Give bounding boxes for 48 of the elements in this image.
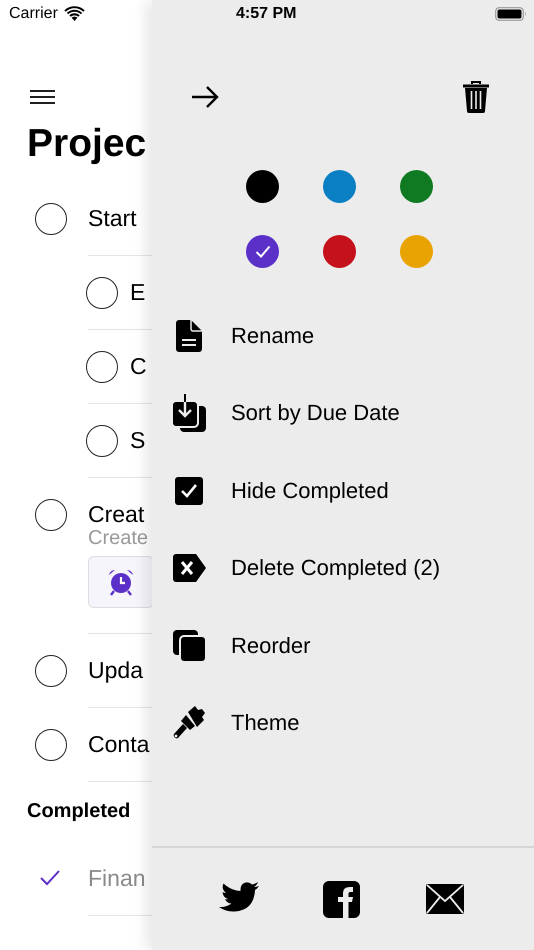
- menu-item[interactable]: Sort by Due Date: [152, 374, 534, 452]
- color-swatch[interactable]: [400, 235, 433, 268]
- menu-item[interactable]: Theme: [152, 684, 534, 762]
- battery-icon: [495, 7, 527, 21]
- envelope-icon[interactable]: [426, 884, 464, 914]
- delete-tag-icon: [172, 554, 206, 582]
- stacked-squares-icon: [172, 630, 206, 662]
- task-checkbox[interactable]: [86, 276, 118, 308]
- color-swatch[interactable]: [400, 170, 433, 203]
- section-header: Completed: [27, 800, 132, 824]
- task-checkbox[interactable]: [35, 655, 67, 687]
- task-checkbox[interactable]: [35, 729, 67, 761]
- task-checkbox[interactable]: [86, 424, 118, 456]
- checkmark-icon[interactable]: [39, 869, 61, 887]
- wifi-icon: [64, 6, 85, 21]
- menu-item[interactable]: Rename: [152, 297, 534, 374]
- task-title: C: [130, 353, 147, 380]
- color-swatch[interactable]: [246, 235, 279, 268]
- checkmark-icon: [254, 245, 270, 258]
- menu-item[interactable]: Hide Completed: [152, 452, 534, 530]
- color-swatch[interactable]: [246, 170, 279, 203]
- paintbrush-icon: [173, 706, 205, 740]
- document-icon: [176, 320, 202, 352]
- task-title: Creat: [88, 501, 144, 528]
- page-title: Projec: [27, 121, 148, 167]
- menu-icon[interactable]: [30, 90, 55, 104]
- task-title: S: [130, 427, 146, 454]
- reminder-button[interactable]: [88, 556, 152, 608]
- menu-item[interactable]: Reorder: [152, 607, 534, 684]
- task-checkbox[interactable]: [35, 203, 67, 235]
- color-swatch[interactable]: [323, 170, 356, 203]
- task-title: Upda: [88, 657, 143, 684]
- menu-item[interactable]: Delete Completed (2): [152, 530, 534, 607]
- arrow-icon[interactable]: [191, 85, 219, 109]
- task-checkbox[interactable]: [86, 350, 118, 382]
- alarm-clock-icon: [107, 568, 135, 596]
- task-title: Start: [88, 205, 137, 232]
- download-tray-icon: [172, 394, 206, 432]
- task-title: E: [130, 279, 146, 306]
- clock-time: 4:57 PM: [236, 5, 296, 23]
- color-swatch[interactable]: [323, 235, 356, 268]
- carrier-label: Carrier: [9, 5, 58, 23]
- task-checkbox[interactable]: [35, 499, 67, 531]
- task-note: Create: [88, 527, 150, 550]
- task-title: Finan: [88, 865, 146, 892]
- task-title: Conta: [88, 731, 150, 758]
- trash-icon[interactable]: [462, 81, 490, 113]
- square-logo-icon[interactable]: [323, 880, 360, 918]
